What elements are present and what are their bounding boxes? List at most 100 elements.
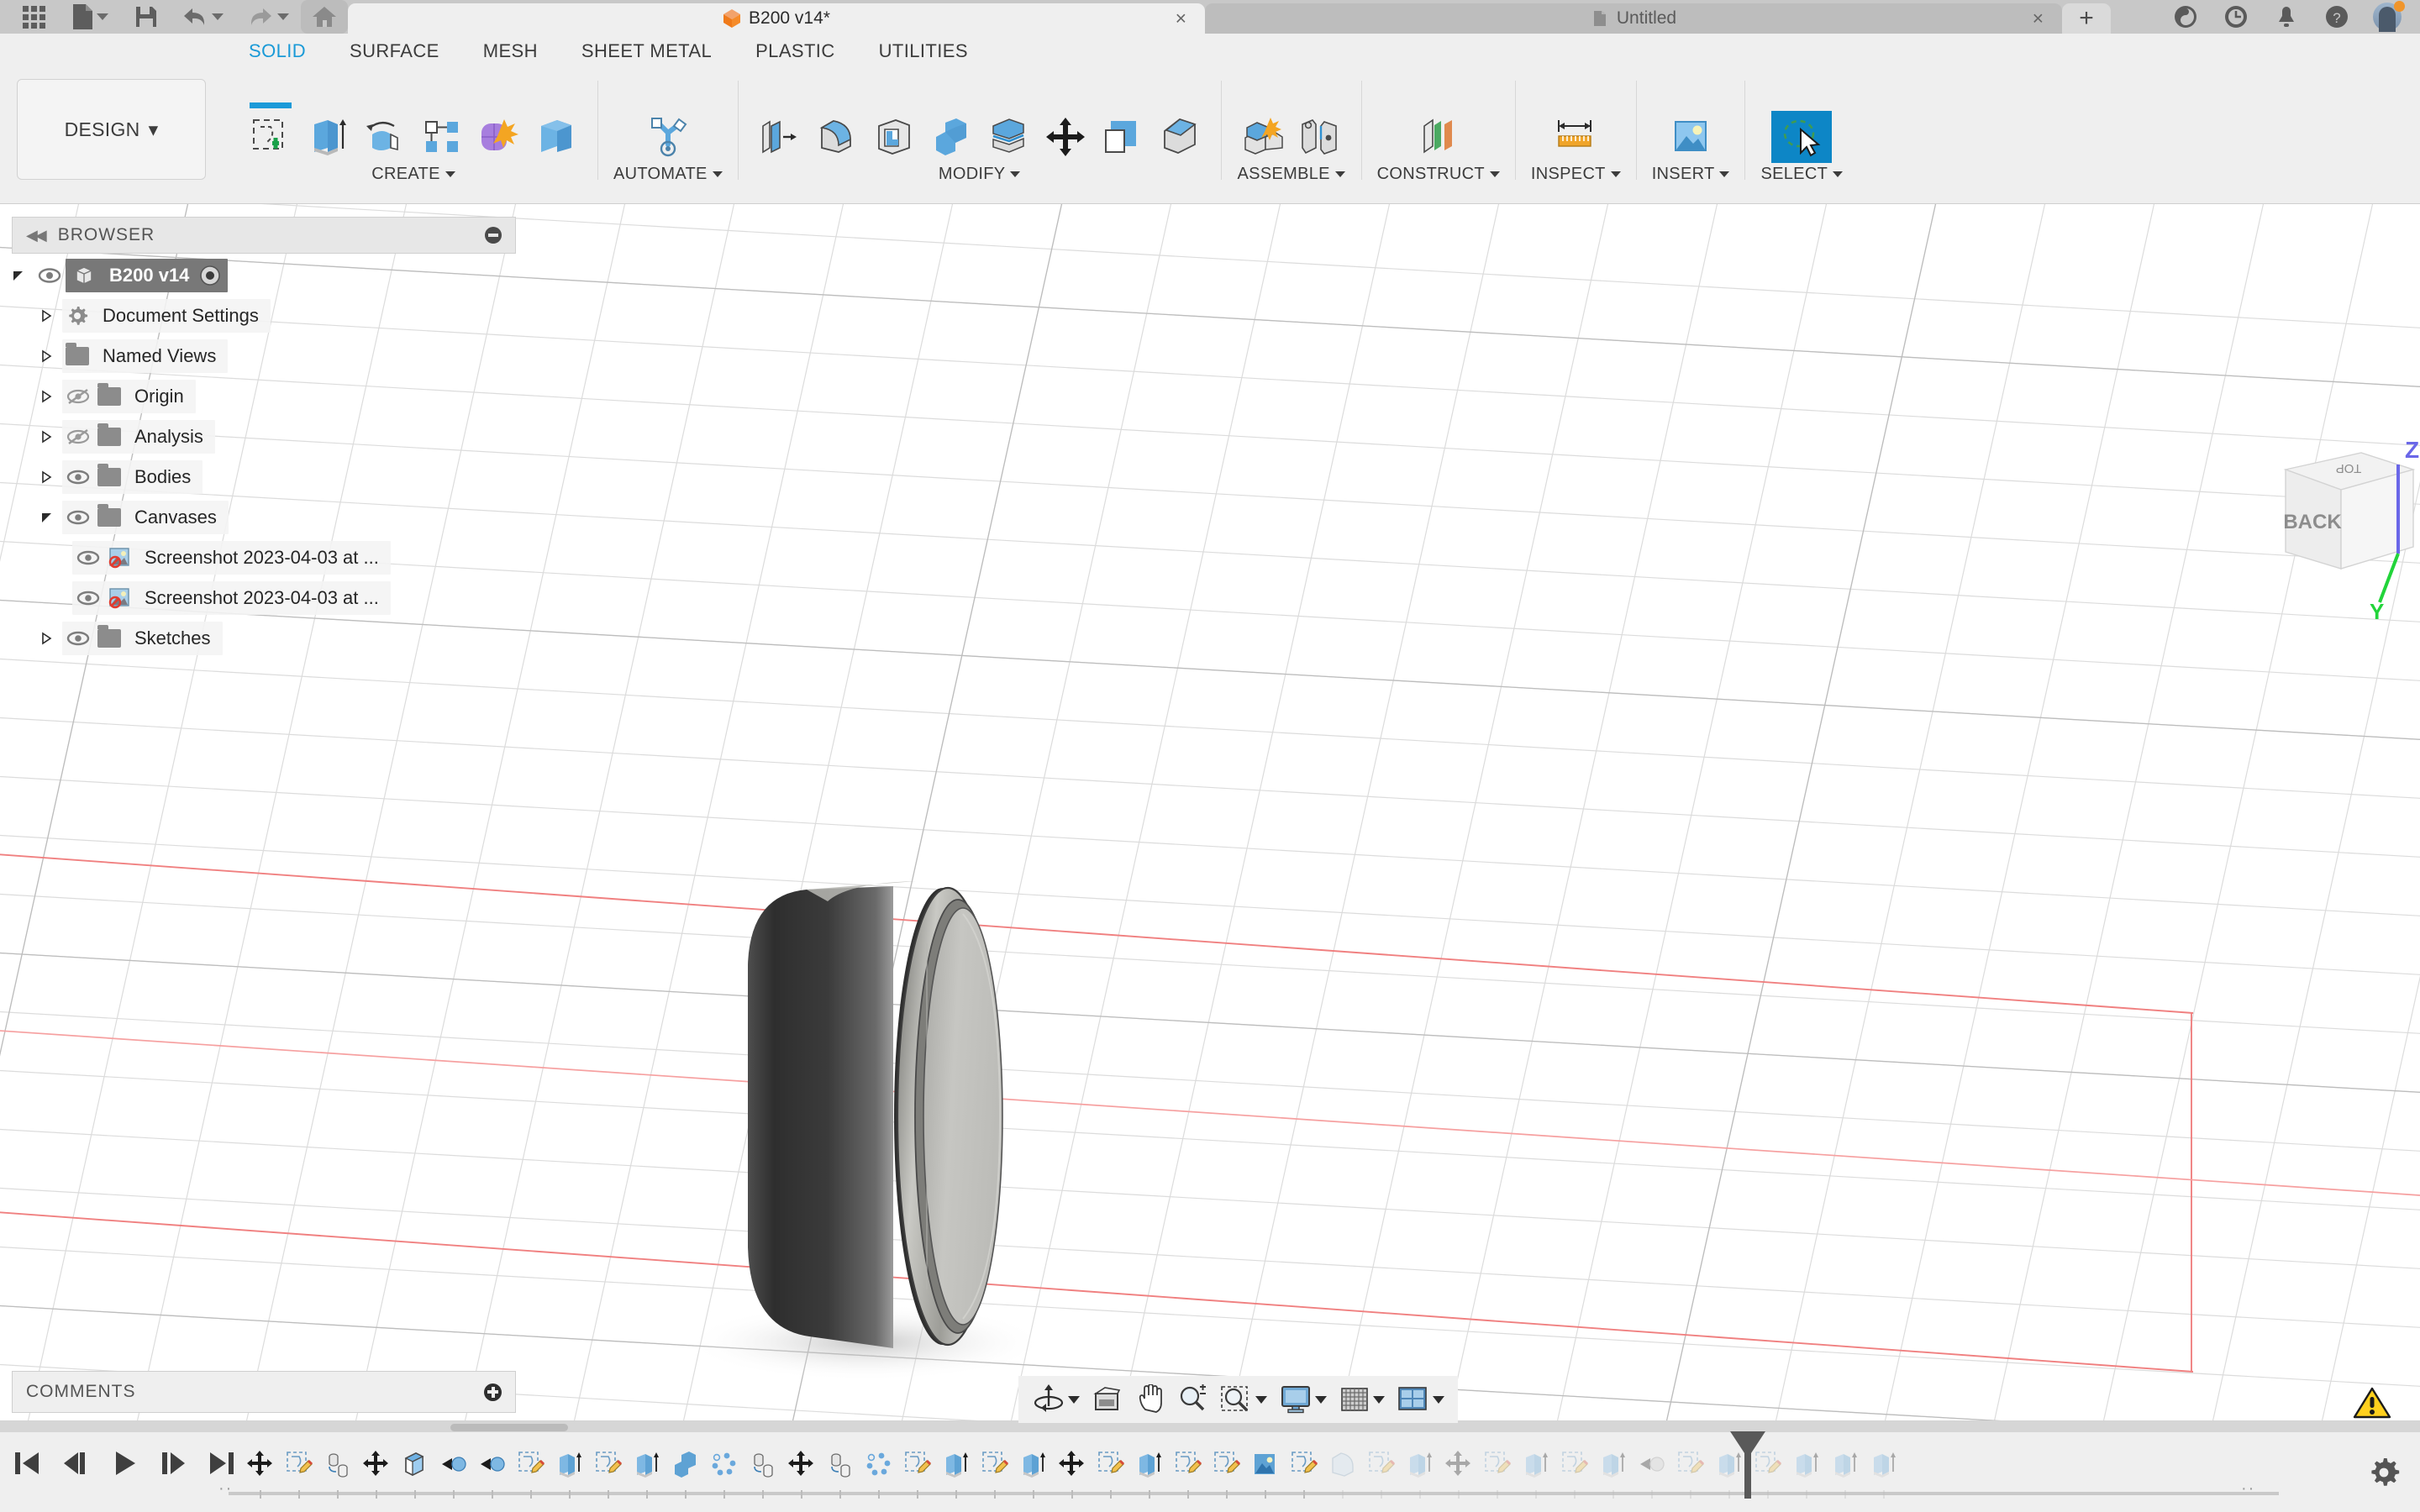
tree-item-sketches[interactable]: Sketches bbox=[12, 618, 524, 659]
extensions-icon[interactable] bbox=[2161, 0, 2210, 34]
close-tab-icon[interactable]: × bbox=[2033, 9, 2044, 29]
timeline-item-move[interactable] bbox=[240, 1440, 279, 1488]
panel-label-construct[interactable]: CONSTRUCT bbox=[1377, 165, 1500, 184]
insert-canvas-button[interactable] bbox=[1660, 111, 1721, 163]
timeline-item-sketch[interactable] bbox=[279, 1440, 318, 1488]
timeline-item-extrude[interactable] bbox=[1786, 1440, 1825, 1488]
orbit-button[interactable] bbox=[1027, 1379, 1085, 1420]
timeline-item-sketch[interactable] bbox=[1477, 1440, 1516, 1488]
timeline-item-extrude[interactable] bbox=[936, 1440, 975, 1488]
timeline-item-sketch[interactable] bbox=[588, 1440, 627, 1488]
timeline-item-canvas[interactable] bbox=[1245, 1440, 1284, 1488]
file-menu-button[interactable] bbox=[57, 0, 123, 34]
timeline-item-pattern[interactable] bbox=[704, 1440, 743, 1488]
timeline-playhead-marker[interactable] bbox=[1744, 1433, 1751, 1499]
timeline-item-sketch[interactable] bbox=[975, 1440, 1013, 1488]
visibility-toggle-icon[interactable] bbox=[34, 268, 66, 283]
help-icon[interactable]: ? bbox=[2312, 0, 2361, 34]
visibility-toggle-icon[interactable] bbox=[72, 591, 104, 606]
activate-component-radio[interactable] bbox=[199, 265, 221, 286]
chamfer-button[interactable] bbox=[1154, 111, 1206, 163]
ribbon-tab-mesh[interactable]: MESH bbox=[461, 34, 560, 69]
view-cube[interactable]: TOP BACK Z Y bbox=[2283, 437, 2419, 624]
zoom-window-button[interactable] bbox=[1214, 1379, 1272, 1420]
timeline-item-sketch[interactable] bbox=[511, 1440, 550, 1488]
timeline-item-sketch[interactable] bbox=[1670, 1440, 1709, 1488]
split-body-button[interactable] bbox=[982, 111, 1034, 163]
timeline-item-sketch[interactable] bbox=[1284, 1440, 1323, 1488]
fillet-button[interactable] bbox=[811, 111, 863, 163]
create-sketch-button[interactable] bbox=[245, 111, 297, 163]
pan-button[interactable] bbox=[1130, 1379, 1171, 1420]
combine-button[interactable] bbox=[925, 111, 977, 163]
measure-button[interactable] bbox=[1545, 111, 1606, 163]
joint-button[interactable] bbox=[1294, 111, 1346, 163]
timeline-item-pattern[interactable] bbox=[859, 1440, 897, 1488]
ribbon-tab-plastic[interactable]: PLASTIC bbox=[734, 34, 857, 69]
add-comment-icon[interactable] bbox=[484, 1383, 502, 1401]
timeline-item-sketch[interactable] bbox=[1091, 1440, 1129, 1488]
go-to-beginning-button[interactable] bbox=[8, 1441, 45, 1485]
tree-item-origin[interactable]: Origin bbox=[12, 376, 524, 417]
timeline-item-revolve[interactable] bbox=[472, 1440, 511, 1488]
apps-grid-icon[interactable] bbox=[10, 0, 57, 34]
timeline-item-move[interactable] bbox=[1439, 1440, 1477, 1488]
tree-item-canvas-1[interactable]: Screenshot 2023-04-03 at ... bbox=[12, 538, 524, 578]
timeline-item-move[interactable] bbox=[781, 1440, 820, 1488]
timeline-settings-icon[interactable] bbox=[2366, 1455, 2402, 1490]
tree-item-named-views[interactable]: Named Views bbox=[12, 336, 524, 376]
play-button[interactable] bbox=[106, 1441, 143, 1485]
timeline-item-extrude[interactable] bbox=[1825, 1440, 1864, 1488]
timeline-item-sketch[interactable] bbox=[1207, 1440, 1245, 1488]
panel-label-automate[interactable]: AUTOMATE bbox=[613, 165, 723, 184]
notifications-icon[interactable] bbox=[2262, 0, 2311, 34]
timeline-item-revolve[interactable] bbox=[434, 1440, 472, 1488]
create-box-button[interactable] bbox=[530, 111, 582, 163]
comments-panel-header[interactable]: COMMENTS bbox=[12, 1371, 516, 1413]
visibility-toggle-hidden-icon[interactable] bbox=[62, 428, 94, 445]
timeline-item-extrude[interactable] bbox=[627, 1440, 666, 1488]
new-component-button[interactable] bbox=[1237, 111, 1289, 163]
timeline-item-fillet[interactable] bbox=[1323, 1440, 1361, 1488]
timeline-item-extrude[interactable] bbox=[1129, 1440, 1168, 1488]
home-button[interactable] bbox=[301, 0, 348, 34]
new-tab-button[interactable]: + bbox=[2062, 3, 2111, 34]
visibility-toggle-icon[interactable] bbox=[62, 510, 94, 525]
zoom-button[interactable] bbox=[1172, 1379, 1213, 1420]
visibility-toggle-icon[interactable] bbox=[72, 550, 104, 565]
timeline-item-sketch[interactable] bbox=[1361, 1440, 1400, 1488]
tree-item-analysis[interactable]: Analysis bbox=[12, 417, 524, 457]
twisty-expanded-icon[interactable] bbox=[12, 269, 34, 282]
twisty-collapsed-icon[interactable] bbox=[40, 390, 62, 403]
extrude-button[interactable] bbox=[302, 111, 354, 163]
timeline-item-hole[interactable] bbox=[318, 1440, 356, 1488]
panel-label-modify[interactable]: MODIFY bbox=[939, 165, 1021, 184]
collapse-panel-icon[interactable]: ◀◀ bbox=[26, 227, 45, 244]
twisty-collapsed-icon[interactable] bbox=[40, 632, 62, 645]
step-forward-button[interactable] bbox=[155, 1441, 192, 1485]
timeline-item-extrude[interactable] bbox=[1400, 1440, 1439, 1488]
ribbon-tab-surface[interactable]: SURFACE bbox=[328, 34, 461, 69]
model-cylinder[interactable] bbox=[748, 881, 1002, 1348]
ribbon-tab-sheet-metal[interactable]: SHEET METAL bbox=[560, 34, 734, 69]
document-tab-inactive[interactable]: Untitled × bbox=[1205, 3, 2062, 34]
ribbon-tab-utilities[interactable]: UTILITIES bbox=[857, 34, 990, 69]
panel-label-insert[interactable]: INSERT bbox=[1652, 165, 1730, 184]
panel-label-assemble[interactable]: ASSEMBLE bbox=[1238, 165, 1345, 184]
close-tab-icon[interactable]: × bbox=[1176, 9, 1186, 29]
panel-label-inspect[interactable]: INSPECT bbox=[1531, 165, 1621, 184]
twisty-collapsed-icon[interactable] bbox=[40, 430, 62, 444]
twisty-collapsed-icon[interactable] bbox=[40, 470, 62, 484]
timeline-item-sketch[interactable] bbox=[897, 1440, 936, 1488]
visibility-toggle-icon[interactable] bbox=[62, 631, 94, 646]
timeline-item-hole[interactable] bbox=[820, 1440, 859, 1488]
timeline-item-sketch[interactable] bbox=[1168, 1440, 1207, 1488]
tree-item-canvases[interactable]: Canvases bbox=[12, 497, 524, 538]
align-button[interactable] bbox=[1097, 111, 1149, 163]
tree-item-document-settings[interactable]: Document Settings bbox=[12, 296, 524, 336]
grid-and-snaps-button[interactable] bbox=[1334, 1379, 1390, 1420]
workspace-selector[interactable]: DESIGN ▾ bbox=[17, 79, 206, 180]
timeline-item-hole[interactable] bbox=[743, 1440, 781, 1488]
display-settings-button[interactable] bbox=[1274, 1379, 1332, 1420]
rectangular-pattern-button[interactable] bbox=[416, 111, 468, 163]
